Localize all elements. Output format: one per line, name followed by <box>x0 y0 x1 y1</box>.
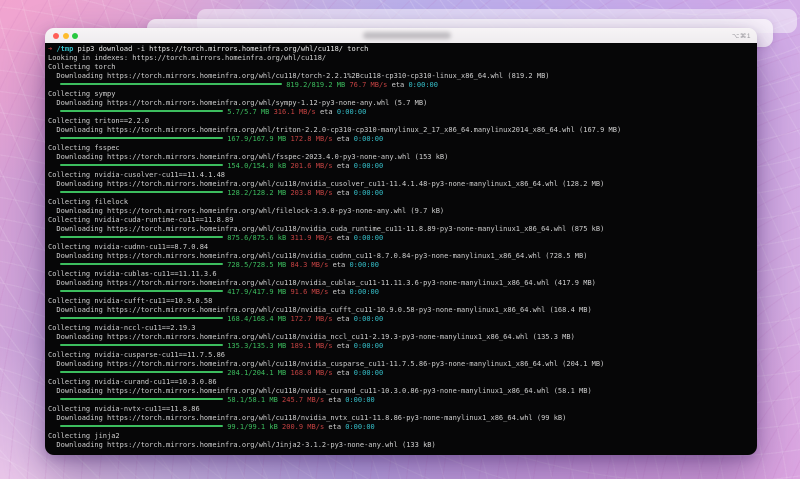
terminal-line: Collecting sympy <box>48 90 116 98</box>
terminal-line: Downloading https://torch.mirrors.homein… <box>48 333 575 341</box>
terminal-line: 128.2/128.2 MB 203.8 MB/s eta 0:00:00 <box>48 189 757 198</box>
progress-bar <box>60 317 223 319</box>
terminal-line: 135.3/135.3 MB 189.1 MB/s eta 0:00:00 <box>48 342 757 351</box>
zoom-button[interactable] <box>72 32 78 39</box>
terminal-line: Collecting nvidia-nccl-cu11==2.19.3 <box>48 324 196 332</box>
progress-bar <box>60 164 223 166</box>
progress-bar <box>60 191 223 193</box>
terminal-line: Collecting fsspec <box>48 144 120 152</box>
terminal-window[interactable]: ⌥⌘1 ➜ /tmp pip3 download -i https://torc… <box>45 28 757 455</box>
terminal-line: 154.0/154.0 kB 201.6 MB/s eta 0:00:00 <box>48 162 757 171</box>
progress-bar <box>60 137 223 139</box>
terminal-line: Downloading https://torch.mirrors.homein… <box>48 414 567 422</box>
progress-bar <box>60 398 223 400</box>
terminal-line: Downloading https://torch.mirrors.homein… <box>48 126 622 134</box>
terminal-line: Collecting nvidia-cusolver-cu11==11.4.1.… <box>48 171 226 179</box>
terminal-line: 819.2/819.2 MB 76.7 MB/s eta 0:00:00 <box>48 81 757 90</box>
terminal-output[interactable]: ➜ /tmp pip3 download -i https://torch.mi… <box>45 43 757 455</box>
terminal-line: Downloading https://torch.mirrors.homein… <box>48 360 605 368</box>
terminal-line: ➜ /tmp pip3 download -i https://torch.mi… <box>48 45 369 53</box>
terminal-line: 875.6/875.6 kB 311.9 MB/s eta 0:00:00 <box>48 234 757 243</box>
terminal-line: Downloading https://torch.mirrors.homein… <box>48 252 588 260</box>
terminal-line: Collecting triton==2.2.0 <box>48 117 150 125</box>
close-button[interactable] <box>53 32 59 39</box>
terminal-line: 5.7/5.7 MB 316.1 MB/s eta 0:00:00 <box>48 108 757 117</box>
terminal-line: Collecting jinja2 <box>48 432 120 440</box>
terminal-line: Downloading https://torch.mirrors.homein… <box>48 72 550 80</box>
terminal-line: Collecting nvidia-cusparse-cu11==11.7.5.… <box>48 351 226 359</box>
terminal-line: Collecting nvidia-nvtx-cu11==11.8.86 <box>48 405 200 413</box>
progress-bar <box>60 425 223 427</box>
progress-bar <box>60 263 223 265</box>
terminal-line: 168.4/168.4 MB 172.7 MB/s eta 0:00:00 <box>48 315 757 324</box>
terminal-line: 99.1/99.1 kB 200.9 MB/s eta 0:00:00 <box>48 423 757 432</box>
progress-bar <box>60 236 223 238</box>
progress-bar <box>60 344 223 346</box>
terminal-line: Collecting torch <box>48 63 116 71</box>
tab-shortcut-label: ⌥⌘1 <box>731 32 751 40</box>
terminal-line: Collecting nvidia-cufft-cu11==10.9.0.58 <box>48 297 213 305</box>
terminal-line: Downloading https://torch.mirrors.homein… <box>48 225 605 233</box>
terminal-line: Collecting filelock <box>48 198 129 206</box>
terminal-line: Collecting nvidia-cuda-runtime-cu11==11.… <box>48 216 234 224</box>
window-title-redacted <box>363 32 451 39</box>
terminal-line: Downloading https://torch.mirrors.homein… <box>48 279 596 287</box>
terminal-line: Downloading https://torch.mirrors.homein… <box>48 441 436 449</box>
terminal-line: Downloading https://torch.mirrors.homein… <box>48 153 449 161</box>
terminal-line: 417.9/417.9 MB 91.6 MB/s eta 0:00:00 <box>48 288 757 297</box>
terminal-line: Downloading https://torch.mirrors.homein… <box>48 306 592 314</box>
terminal-line: 204.1/204.1 MB 168.0 MB/s eta 0:00:00 <box>48 369 757 378</box>
terminal-line: 728.5/728.5 MB 84.3 MB/s eta 0:00:00 <box>48 261 757 270</box>
terminal-line: Downloading https://torch.mirrors.homein… <box>48 207 445 215</box>
title-bar[interactable]: ⌥⌘1 <box>45 28 757 43</box>
progress-bar <box>60 290 223 292</box>
terminal-line: 58.1/58.1 MB 245.7 MB/s eta 0:00:00 <box>48 396 757 405</box>
progress-bar <box>60 110 223 112</box>
terminal-line: Collecting nvidia-cublas-cu11==11.11.3.6 <box>48 270 217 278</box>
traffic-lights <box>53 32 78 39</box>
terminal-line: Downloading https://torch.mirrors.homein… <box>48 99 428 107</box>
terminal-line: 167.9/167.9 MB 172.8 MB/s eta 0:00:00 <box>48 135 757 144</box>
terminal-line: Downloading https://torch.mirrors.homein… <box>48 180 605 188</box>
progress-bar <box>60 371 223 373</box>
progress-bar <box>60 83 282 85</box>
minimize-button[interactable] <box>62 32 69 39</box>
terminal-line: Looking in indexes: https://torch.mirror… <box>48 54 327 62</box>
terminal-line: Collecting nvidia-cudnn-cu11==8.7.0.84 <box>48 243 209 251</box>
terminal-line: Downloading https://torch.mirrors.homein… <box>48 387 592 395</box>
terminal-line: Collecting nvidia-curand-cu11==10.3.0.86 <box>48 378 217 386</box>
